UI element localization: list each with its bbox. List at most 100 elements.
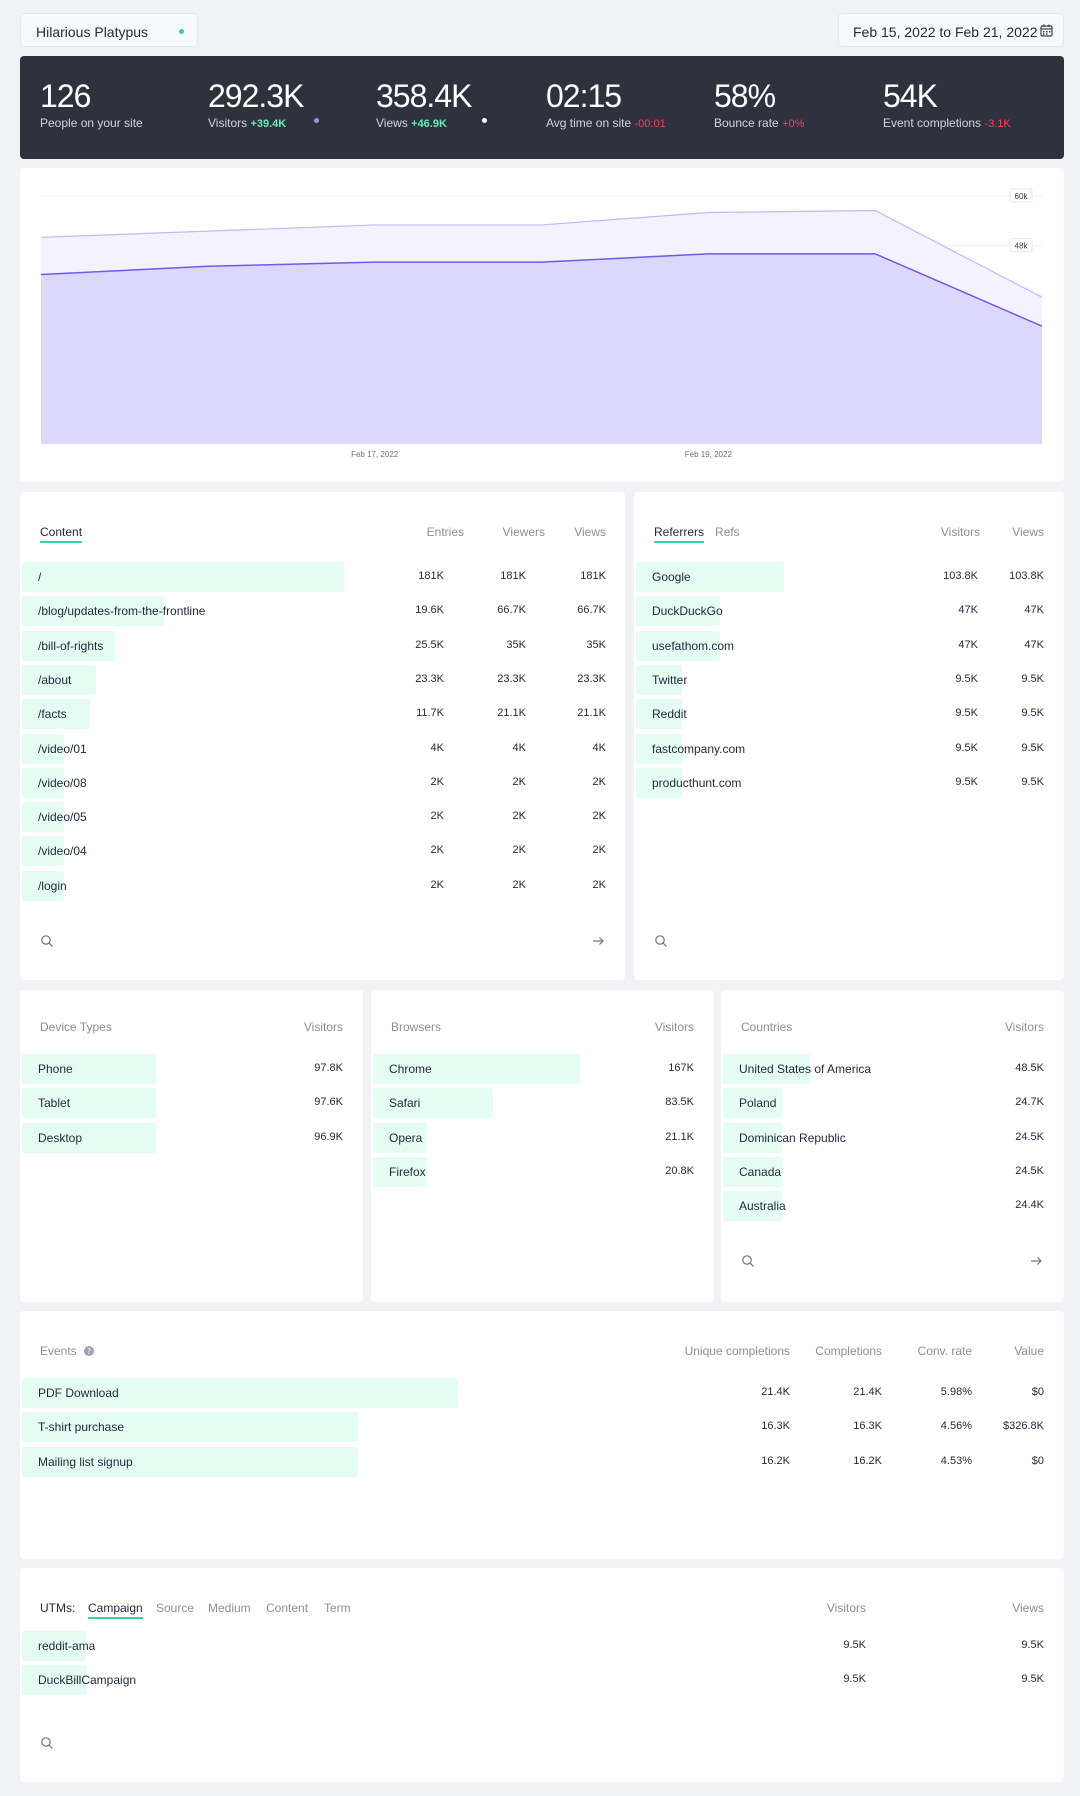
- device-row[interactable]: Desktop 96.9K: [22, 1122, 361, 1153]
- column-header-completions[interactable]: Completions: [790, 1344, 882, 1358]
- stat-avg-time[interactable]: 02:15 Avg time on site -00:01: [546, 78, 714, 130]
- country-row[interactable]: Poland 24.7K: [723, 1087, 1062, 1119]
- utm-row[interactable]: reddit-ama 9.5K 9.5K: [22, 1630, 1062, 1661]
- tab-campaign[interactable]: Campaign: [88, 1601, 143, 1619]
- tab-content[interactable]: Content: [266, 1601, 308, 1615]
- row-value: 97.6K: [314, 1096, 343, 1109]
- row-label: Australia: [739, 1199, 786, 1214]
- event-row[interactable]: Mailing list signup 16.2K 16.2K 4.53% $0: [22, 1446, 1062, 1477]
- column-header-unique-completions[interactable]: Unique completions: [640, 1344, 790, 1358]
- column-header-views[interactable]: Views: [990, 1601, 1044, 1615]
- column-header-conv-rate[interactable]: Conv. rate: [882, 1344, 972, 1358]
- stat-people-online[interactable]: 126 People on your site: [40, 78, 208, 130]
- content-row[interactable]: /video/04 2K 2K 2K: [22, 835, 606, 867]
- site-selector[interactable]: Hilarious Platypus: [20, 13, 198, 47]
- row-label: Canada: [739, 1164, 782, 1179]
- browser-row[interactable]: Firefox 20.8K: [373, 1156, 712, 1187]
- column-header-visitors[interactable]: Visitors: [631, 1020, 694, 1034]
- device-row[interactable]: Tablet 97.6K: [22, 1087, 361, 1119]
- row-value: 83.5K: [665, 1096, 694, 1109]
- content-title[interactable]: Content: [40, 525, 83, 543]
- stat-value: 58%: [714, 78, 776, 114]
- tab-referrers[interactable]: Referrers: [654, 525, 705, 543]
- browser-row[interactable]: Chrome 167K: [373, 1053, 712, 1084]
- referrer-row[interactable]: usefathom.com 47K 47K: [636, 630, 1062, 661]
- referrer-row[interactable]: Reddit 9.5K 9.5K: [636, 698, 1062, 730]
- event-row[interactable]: T-shirt purchase 16.3K 16.3K 4.56% $326.8K: [22, 1411, 1062, 1443]
- stat-views[interactable]: 358.4K Views +46.9K: [376, 78, 544, 130]
- column-header-visitors[interactable]: Visitors: [981, 1020, 1044, 1034]
- device-row[interactable]: Phone 97.8K: [22, 1053, 361, 1084]
- row-unique: 21.4K: [761, 1386, 790, 1398]
- row-value: 24.5K: [1015, 1164, 1044, 1177]
- row-views: 9.5K: [1021, 1673, 1044, 1686]
- search-icon[interactable]: [654, 934, 668, 948]
- date-range-picker[interactable]: Feb 15, 2022 to Feb 21, 2022: [838, 13, 1064, 47]
- content-row[interactable]: /blog/updates-from-the-frontline 19.6K 66.…: [22, 595, 606, 627]
- row-views: 47K: [1024, 604, 1044, 617]
- y-tick-label: 60k: [1015, 192, 1029, 201]
- row-views: 9.5K: [1021, 707, 1044, 720]
- content-row[interactable]: /login 2K 2K 2K: [22, 870, 606, 901]
- row-views: 2K: [592, 810, 606, 823]
- column-header-entries[interactable]: Entries: [409, 525, 464, 539]
- country-row[interactable]: United States of America 48.5K: [723, 1053, 1062, 1084]
- row-entries: 11.7K: [416, 707, 444, 720]
- referrer-row[interactable]: fastcompany.com 9.5K 9.5K: [636, 733, 1062, 764]
- row-label: Phone: [38, 1062, 73, 1076]
- row-label: Reddit: [652, 707, 687, 722]
- stat-visitors[interactable]: 292.3K Visitors +39.4K: [208, 78, 376, 130]
- traffic-area-chart[interactable]: 60k48k36k24k12kFeb 17, 2022Feb 19, 2022: [20, 168, 1064, 482]
- tab-source[interactable]: Source: [156, 1601, 194, 1615]
- country-row[interactable]: Australia 24.4K: [723, 1190, 1062, 1222]
- column-header-visitors[interactable]: Visitors: [280, 1020, 343, 1034]
- referrer-row[interactable]: Twitter 9.5K 9.5K: [636, 664, 1062, 695]
- search-icon[interactable]: [40, 1736, 54, 1750]
- column-header-views[interactable]: Views: [560, 525, 606, 539]
- utms-panel: UTMs: Campaign Source Medium Content Ter…: [20, 1568, 1064, 1782]
- row-label: usefathom.com: [652, 638, 735, 653]
- stat-label: Bounce rate: [714, 116, 779, 130]
- browser-row[interactable]: Safari 83.5K: [373, 1087, 712, 1119]
- country-row[interactable]: Canada 24.5K: [723, 1156, 1062, 1187]
- tab-term[interactable]: Term: [324, 1601, 351, 1615]
- column-header-views[interactable]: Views: [1004, 525, 1044, 539]
- search-icon[interactable]: [741, 1254, 755, 1268]
- country-row[interactable]: Dominican Republic 24.5K: [723, 1122, 1062, 1153]
- tab-refs[interactable]: Refs: [715, 525, 740, 539]
- help-icon[interactable]: ?: [84, 1346, 95, 1356]
- referrer-row[interactable]: DuckDuckGo 47K 47K: [636, 595, 1062, 627]
- stat-label: Avg time on site: [546, 116, 632, 130]
- row-completions: 16.2K: [853, 1454, 882, 1467]
- row-label: T-shirt purchase: [38, 1420, 125, 1435]
- row-views: 2K: [592, 775, 606, 788]
- content-row[interactable]: /facts 11.7K 21.1K 21.1K: [22, 698, 606, 730]
- row-label: Twitter: [652, 672, 688, 687]
- row-value: 48.5K: [1015, 1062, 1044, 1074]
- referrer-row[interactable]: producthunt.com 9.5K 9.5K: [636, 767, 1062, 798]
- row-viewers: 2K: [512, 775, 526, 788]
- column-header-viewers[interactable]: Viewers: [480, 525, 545, 539]
- search-icon[interactable]: [40, 934, 54, 948]
- row-label: producthunt.com: [652, 775, 742, 790]
- arrow-right-icon[interactable]: [591, 934, 605, 948]
- stats-bar: 126 People on your site 292.3K Visitors …: [20, 56, 1064, 159]
- utm-row[interactable]: DuckBillCampaign 9.5K 9.5K: [22, 1664, 1062, 1696]
- content-row[interactable]: /video/01 4K 4K 4K: [22, 733, 606, 764]
- content-row[interactable]: /about 23.3K 23.3K 23.3K: [22, 664, 606, 695]
- referrer-row[interactable]: Google 103.8K 103.8K: [636, 561, 1062, 592]
- column-header-visitors[interactable]: Visitors: [924, 525, 980, 539]
- content-row[interactable]: /video/08 2K 2K 2K: [22, 767, 606, 798]
- stat-bounce-rate[interactable]: 58% Bounce rate +0%: [714, 78, 882, 130]
- arrow-right-icon[interactable]: [1029, 1254, 1043, 1268]
- column-header-visitors[interactable]: Visitors: [800, 1601, 866, 1615]
- tab-medium[interactable]: Medium: [208, 1601, 251, 1615]
- stat-event-completions[interactable]: 54K Event completions -3.1K: [883, 78, 1051, 130]
- column-header-value[interactable]: Value: [972, 1344, 1044, 1358]
- content-row[interactable]: / 181K 181K 181K: [22, 561, 606, 592]
- row-label: /: [38, 570, 42, 584]
- browser-row[interactable]: Opera 21.1K: [373, 1122, 712, 1153]
- content-row[interactable]: /video/05 2K 2K 2K: [22, 801, 606, 833]
- content-row[interactable]: /bill-of-rights 25.5K 35K 35K: [22, 630, 606, 661]
- event-row[interactable]: PDF Download 21.4K 21.4K 5.98% $0: [22, 1377, 1062, 1408]
